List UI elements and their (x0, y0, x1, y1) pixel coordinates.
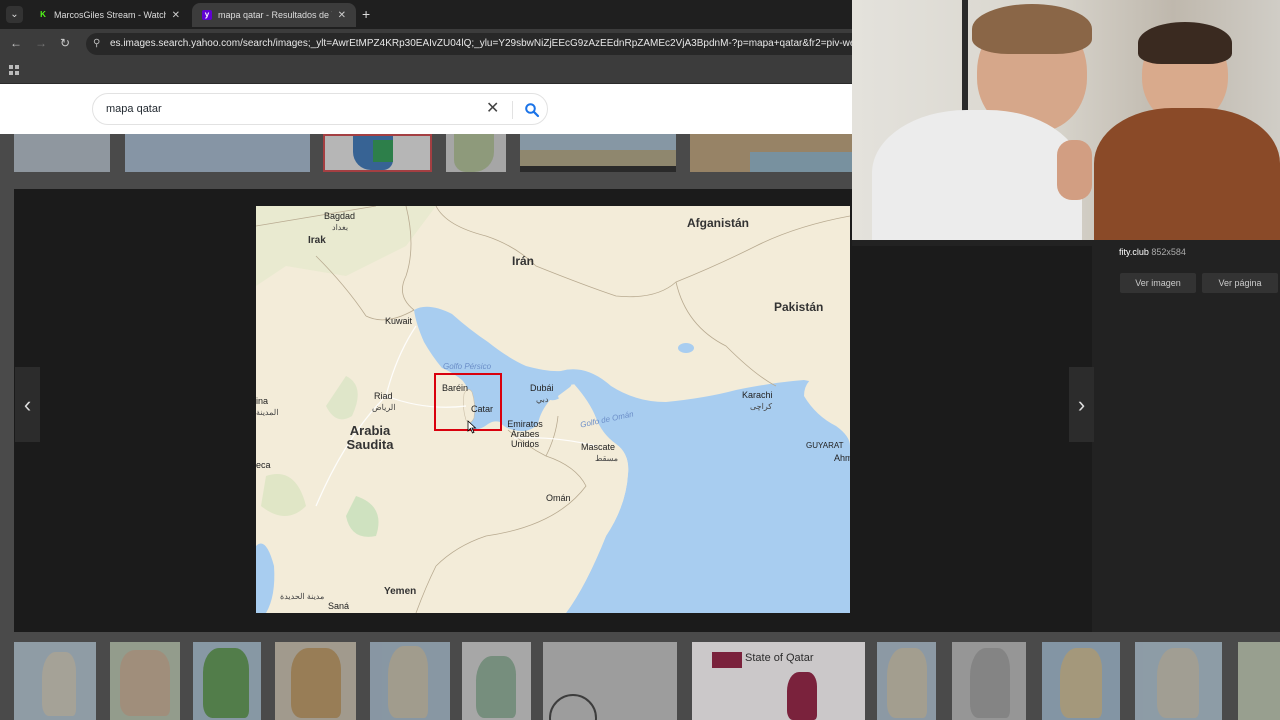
map-label-ahm: Ahm (834, 453, 850, 463)
result-thumbnail[interactable] (952, 642, 1026, 720)
result-thumbnail-state-of-qatar[interactable]: State of Qatar (692, 642, 865, 720)
result-thumbnail[interactable] (1042, 642, 1120, 720)
result-thumbnail-selected[interactable] (323, 134, 432, 172)
close-tab-icon[interactable]: ✕ (172, 10, 180, 21)
reload-icon[interactable]: ↻ (60, 36, 70, 50)
address-bar-row: ← → ↻ ⚲ es.images.search.yahoo.com/searc… (0, 29, 852, 58)
map-label-oman: Omán (546, 493, 571, 503)
view-page-button[interactable]: Ver página (1202, 273, 1278, 293)
webcam-overlay (852, 0, 1280, 240)
map-label-mascate-ar: مسقط (595, 454, 619, 463)
result-thumbnail[interactable] (1238, 642, 1280, 720)
result-thumbnail[interactable] (877, 642, 936, 720)
search-header: ✕ (0, 84, 852, 134)
url-text: es.images.search.yahoo.com/search/images… (110, 38, 852, 49)
image-source-info: fity.club 852x584 (1119, 247, 1186, 257)
search-divider (512, 101, 513, 119)
map-label-yemen: Yemen (384, 586, 417, 597)
kick-favicon-icon: K (40, 10, 46, 19)
person-right-hoodie (1094, 108, 1280, 240)
map-label-bagdad: Bagdad (324, 211, 356, 221)
tab-title: MarcosGiles Stream - Watch Liv (54, 10, 166, 20)
map-label-irak: Irak (308, 235, 326, 246)
close-tab-icon[interactable]: ✕ (338, 10, 346, 21)
map-label-karachi: Karachi (742, 390, 773, 400)
result-thumbnail[interactable] (125, 134, 310, 172)
result-thumbnail[interactable] (14, 642, 96, 720)
new-tab-icon[interactable]: + (362, 6, 370, 22)
search-box: ✕ (92, 93, 548, 125)
map-label-iran: Irán (512, 254, 535, 268)
yahoo-favicon-icon: y (202, 10, 212, 20)
map-label-pakistan: Pakistán (774, 300, 824, 314)
result-thumbnail[interactable] (462, 642, 531, 720)
map-label-riad-ar: الرياض (372, 403, 396, 412)
thumb-caption: State of Qatar (745, 652, 814, 664)
result-thumbnail[interactable] (275, 642, 356, 720)
map-label-dubai-ar: دبي (536, 395, 549, 404)
map-label-arabia-saudita: Arabia Saudita (346, 423, 394, 453)
bookmarks-bar (0, 58, 852, 84)
back-icon[interactable]: ← (10, 36, 22, 50)
image-size: 852x584 (1151, 247, 1186, 257)
forward-icon[interactable]: → (35, 36, 47, 50)
search-icon[interactable] (524, 102, 540, 118)
person-right-hair (1138, 22, 1232, 64)
mouse-cursor-icon (467, 420, 477, 434)
browser-tab-bar: ⌄ K MarcosGiles Stream - Watch Liv ✕ y m… (0, 0, 852, 29)
person-left-hair (972, 4, 1092, 54)
result-thumbnail[interactable] (543, 642, 677, 720)
map-label-bagdad-ar: بغداد (332, 223, 349, 232)
map-label-mascate: Mascate (581, 442, 616, 452)
screen: ⌄ K MarcosGiles Stream - Watch Liv ✕ y m… (0, 0, 1280, 720)
map-label-hodeidah-ar: مدينة الحديدة (280, 592, 325, 601)
clear-search-icon[interactable]: ✕ (486, 100, 499, 118)
map-label-medina-ar: المدينة (256, 408, 279, 417)
map-label-karachi-ar: کراچی (750, 402, 773, 411)
tab-search-icon[interactable]: ⌄ (6, 6, 23, 23)
url-field[interactable]: ⚲ es.images.search.yahoo.com/search/imag… (86, 33, 852, 55)
webcam-gap (852, 240, 1280, 246)
map-label-emiratos: Emiratos Árabes Unidos (507, 419, 543, 449)
apps-grid-icon[interactable] (9, 65, 19, 75)
person-left-hand (1057, 140, 1092, 200)
map-label-afganistan: Afganistán (687, 216, 750, 230)
map-label-kuwait: Kuwait (385, 316, 413, 326)
result-thumbnail[interactable] (370, 642, 450, 720)
map-label-dubai: Dubái (530, 383, 554, 393)
map-label-meca: eca (256, 460, 271, 470)
tab-yahoo-images[interactable]: y mapa qatar - Resultados de Yah ✕ (192, 3, 356, 27)
result-thumbnail[interactable] (110, 642, 180, 720)
tab-title: mapa qatar - Resultados de Yah (218, 10, 332, 20)
result-thumbnail[interactable] (193, 642, 261, 720)
result-thumbnail[interactable] (14, 134, 110, 172)
map-label-medina: ina (256, 396, 269, 406)
map-label-golfo-persico: Golfo Pérsico (443, 362, 492, 371)
previous-image-button[interactable]: ‹ (15, 367, 40, 442)
search-input[interactable] (106, 100, 466, 118)
image-source[interactable]: fity.club (1119, 247, 1149, 257)
qatar-map-image[interactable]: Bagdad بغداد Irak Irán Afganistán Pakist… (256, 206, 850, 613)
next-image-button[interactable]: › (1069, 367, 1094, 442)
tab-marcosgiles[interactable]: K MarcosGiles Stream - Watch Liv ✕ (28, 3, 190, 27)
map-label-sana: Saná (328, 601, 350, 611)
map-label-riad: Riad (374, 391, 393, 401)
result-thumbnail[interactable] (690, 134, 852, 172)
map-label-guyarat: GUYARAT (806, 441, 844, 450)
site-info-icon[interactable]: ⚲ (93, 33, 100, 55)
person-left-shirt (872, 110, 1082, 240)
result-thumbnail[interactable] (1135, 642, 1222, 720)
view-image-button[interactable]: Ver imagen (1120, 273, 1196, 293)
result-thumbnail[interactable] (446, 134, 506, 172)
result-thumbnail[interactable] (520, 134, 676, 172)
